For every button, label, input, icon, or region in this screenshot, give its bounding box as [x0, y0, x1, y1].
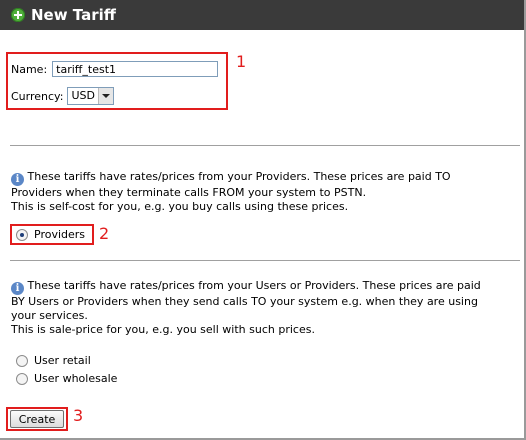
plus-icon — [11, 8, 25, 22]
create-button[interactable]: Create — [10, 410, 64, 428]
info-icon: i — [11, 282, 24, 295]
chevron-down-icon[interactable] — [97, 88, 113, 104]
divider — [10, 260, 520, 261]
providers-info-line2: Providers when they terminate calls FROM… — [11, 186, 367, 199]
callout-number-2: 2 — [99, 224, 110, 243]
divider — [10, 145, 520, 146]
providers-info-line3: This is self-cost for you, e.g. you buy … — [11, 200, 349, 213]
page-title: New Tariff — [31, 6, 116, 24]
name-label: Name: — [11, 62, 48, 76]
providers-info-line1: These tariffs have rates/prices from you… — [27, 170, 451, 183]
user-retail-radio-option[interactable]: User retail — [16, 354, 91, 367]
title-bar: New Tariff — [0, 0, 524, 30]
user-retail-label: User retail — [34, 354, 91, 367]
providers-radio[interactable] — [16, 228, 28, 241]
users-info: i These tariffs have rates/prices from y… — [11, 279, 521, 337]
user-wholesale-radio-option[interactable]: User wholesale — [16, 372, 117, 385]
providers-radio-label: Providers — [34, 228, 86, 241]
name-input[interactable] — [52, 61, 219, 77]
currency-select[interactable]: USD — [67, 87, 114, 105]
users-info-line2: BY Users or Providers when they send cal… — [11, 295, 478, 308]
callout-number-3: 3 — [73, 406, 84, 425]
currency-value: USD — [71, 89, 95, 102]
users-info-line3: your services. — [11, 309, 88, 322]
users-info-line4: This is sale-price for you, e.g. you sel… — [11, 323, 315, 336]
info-icon: i — [11, 173, 24, 186]
users-info-line1: These tariffs have rates/prices from you… — [27, 279, 481, 292]
user-retail-radio[interactable] — [16, 354, 28, 367]
currency-label: Currency: — [11, 89, 64, 103]
user-wholesale-radio[interactable] — [16, 372, 28, 385]
providers-radio-option[interactable]: Providers — [16, 228, 85, 241]
user-wholesale-label: User wholesale — [34, 372, 118, 385]
providers-info: i These tariffs have rates/prices from y… — [11, 170, 516, 214]
callout-number-1: 1 — [236, 52, 247, 71]
